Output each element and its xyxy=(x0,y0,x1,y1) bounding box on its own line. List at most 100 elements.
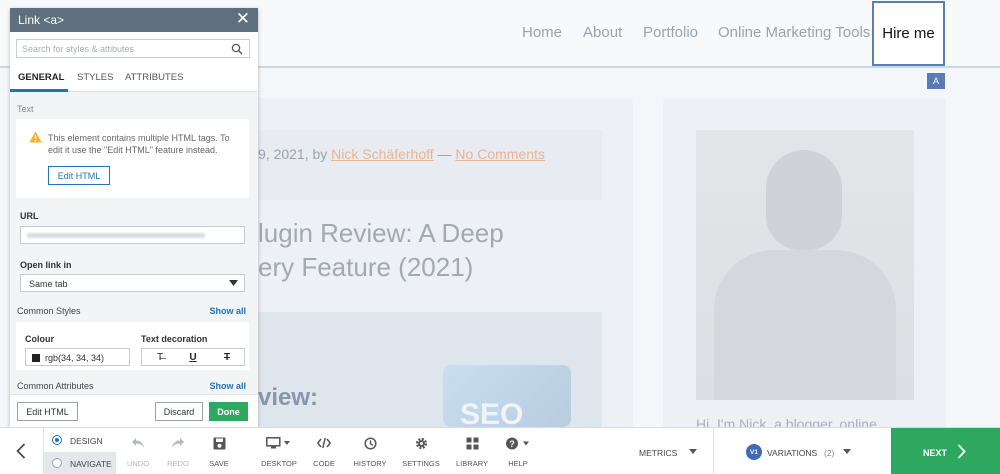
mode-navigate-option[interactable]: NAVIGATE xyxy=(44,452,116,474)
underline-button[interactable]: U xyxy=(183,350,203,365)
author-bio-text: Hi, I'm Nick, a blogger, online xyxy=(696,416,877,427)
redo-button[interactable]: REDO xyxy=(160,428,196,474)
next-label: NEXT xyxy=(923,448,948,458)
desktop-label: DESKTOP xyxy=(261,459,297,468)
section-text-label: Text xyxy=(17,104,34,114)
svg-text:?: ? xyxy=(509,439,515,449)
mode-design-label: DESIGN xyxy=(70,436,103,446)
footer-edit-html-button[interactable]: Edit HTML xyxy=(17,402,78,421)
article-title-line-1: lugin Review: A Deep xyxy=(258,218,504,248)
no-decoration-button[interactable]: T̶ xyxy=(150,350,170,365)
panel-header[interactable]: Link <a> ✕ xyxy=(10,8,258,32)
next-button[interactable]: NEXT xyxy=(891,428,1000,474)
warning-icon xyxy=(29,131,42,143)
help-button[interactable]: ? HELP xyxy=(500,428,536,474)
open-link-in-select[interactable]: Same tab xyxy=(20,274,245,292)
post-comments-link[interactable]: No Comments xyxy=(455,146,544,162)
common-styles-show-all-link[interactable]: Show all xyxy=(209,306,246,316)
common-attributes-label: Common Attributes xyxy=(17,381,94,391)
multiple-tags-notice: This element contains multiple HTML tags… xyxy=(16,119,249,198)
post-author-link[interactable]: Nick Schäferhoff xyxy=(331,146,433,162)
portrait-body-shape xyxy=(714,250,896,400)
hero-image-text: view: xyxy=(258,384,319,411)
editor-toolbar: DESIGN NAVIGATE UNDO REDO SAVE DESKTOP C… xyxy=(0,427,1000,474)
nav-link-online-marketing-tools[interactable]: Online Marketing Tools xyxy=(718,24,870,41)
design-radio[interactable] xyxy=(52,435,62,445)
desktop-icon xyxy=(258,436,300,450)
metrics-dropdown[interactable]: METRICS xyxy=(633,428,713,474)
nav-link-home[interactable]: Home xyxy=(522,24,562,41)
search-icon[interactable] xyxy=(231,43,243,55)
undo-icon xyxy=(120,436,156,450)
seo-logo-text: SEO xyxy=(460,398,524,427)
tab-attributes[interactable]: ATTRIBUTES xyxy=(125,72,183,83)
done-button[interactable]: Done xyxy=(209,402,248,421)
variations-dropdown[interactable]: V1 VARIATIONS (2) xyxy=(713,428,873,474)
text-decoration-label: Text decoration xyxy=(141,334,208,344)
chevron-down-icon xyxy=(843,449,851,454)
save-button[interactable]: SAVE xyxy=(201,428,237,474)
desktop-button[interactable]: DESKTOP xyxy=(258,428,300,474)
mode-design-option[interactable]: DESIGN xyxy=(44,428,116,452)
library-button[interactable]: LIBRARY xyxy=(452,428,492,474)
metrics-label: METRICS xyxy=(639,448,678,458)
variations-label: VARIATIONS xyxy=(767,448,818,458)
strikethrough-button[interactable]: T xyxy=(217,350,237,365)
author-portrait-image xyxy=(696,130,914,400)
library-icon xyxy=(452,436,492,450)
save-label: SAVE xyxy=(209,459,229,468)
tab-styles[interactable]: STYLES xyxy=(77,72,113,83)
colour-label: Colour xyxy=(25,334,54,344)
search-field[interactable] xyxy=(16,39,250,58)
open-link-in-value: Same tab xyxy=(29,279,68,289)
back-button[interactable] xyxy=(0,428,44,474)
nav-link-portfolio[interactable]: Portfolio xyxy=(643,24,698,41)
url-input[interactable] xyxy=(20,226,245,244)
article-title: lugin Review: A Deep ery Feature (2021) xyxy=(258,216,588,284)
common-styles-label: Common Styles xyxy=(17,306,81,316)
panel-footer: Edit HTML Discard Done xyxy=(10,394,258,427)
common-styles-card: Colour rgb(34, 34, 34) Text decoration T… xyxy=(16,322,249,370)
url-label: URL xyxy=(20,211,39,221)
help-label: HELP xyxy=(508,459,528,468)
history-icon xyxy=(350,436,390,450)
variations-count: (2) xyxy=(824,448,835,458)
nav-link-about[interactable]: About xyxy=(583,24,622,41)
gear-icon xyxy=(400,436,442,450)
close-icon[interactable]: ✕ xyxy=(236,9,250,29)
undo-button[interactable]: UNDO xyxy=(120,428,156,474)
panel-content[interactable]: Text This element contains multiple HTML… xyxy=(10,92,258,394)
redo-icon xyxy=(160,436,196,450)
settings-button[interactable]: SETTINGS xyxy=(400,428,442,474)
save-icon xyxy=(201,436,237,450)
chevron-right-icon xyxy=(957,444,966,459)
chevron-down-icon xyxy=(229,280,238,286)
mode-navigate-label: NAVIGATE xyxy=(70,459,112,469)
open-link-in-label: Open link in xyxy=(20,260,72,270)
common-attributes-show-all-link[interactable]: Show all xyxy=(209,381,246,391)
edit-html-button[interactable]: Edit HTML xyxy=(48,166,110,185)
notice-text: This element contains multiple HTML tags… xyxy=(48,133,230,155)
discard-button[interactable]: Discard xyxy=(155,402,203,421)
search-input[interactable] xyxy=(22,42,222,55)
meta-separator: — xyxy=(433,146,456,162)
panel-tabs: GENERAL STYLES ATTRIBUTES xyxy=(10,66,258,92)
variation-badge: V1 xyxy=(746,444,762,460)
history-label: HISTORY xyxy=(353,459,387,468)
tab-general[interactable]: GENERAL xyxy=(18,72,64,83)
colour-value: rgb(34, 34, 34) xyxy=(45,353,105,363)
colour-input[interactable]: rgb(34, 34, 34) xyxy=(25,348,130,366)
panel-title: Link <a> xyxy=(18,13,65,27)
chevron-down-icon xyxy=(689,449,697,454)
redo-label: REDO xyxy=(167,459,189,468)
navigate-radio[interactable] xyxy=(52,458,62,468)
colour-swatch[interactable] xyxy=(32,354,40,362)
post-date: 9, 2021, by xyxy=(258,146,332,162)
element-editor-panel: Link <a> ✕ GENERAL STYLES ATTRIBUTES Tex… xyxy=(10,8,258,427)
nav-link-hire-me-selected[interactable]: Hire me xyxy=(872,1,945,66)
history-button[interactable]: HISTORY xyxy=(350,428,390,474)
undo-label: UNDO xyxy=(126,459,150,468)
url-value-blurred xyxy=(27,233,205,238)
code-button[interactable]: CODE xyxy=(308,428,340,474)
library-label: LIBRARY xyxy=(456,459,488,468)
